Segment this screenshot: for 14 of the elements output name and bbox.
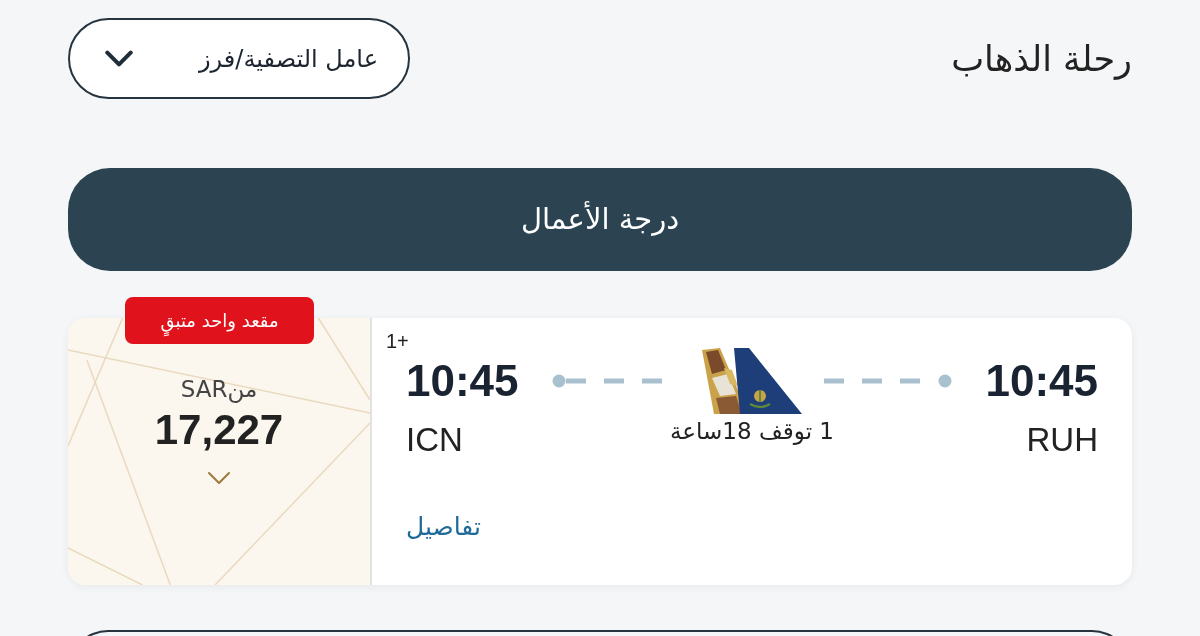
price-amount: 17,227 (154, 405, 284, 455)
departure-time: 10:45 (985, 356, 1098, 406)
arrival-airport: ICN (406, 420, 463, 460)
chevron-down-icon (105, 50, 133, 67)
filter-sort-button[interactable]: عامل التصفية/فرز (68, 18, 410, 99)
details-link[interactable]: تفاصيل (406, 508, 481, 546)
cabin-class-bar[interactable]: درجة الأعمال (68, 168, 1132, 271)
day-offset: 1+ (386, 330, 409, 352)
price-prefix: منSAR (180, 375, 258, 405)
seats-left-badge: مقعد واحد متبقٍ (125, 297, 314, 344)
stops-info: 1 توقف 18ساعة (670, 417, 834, 447)
page-title: رحلة الذهاب (951, 37, 1132, 82)
arrival-time: 10:45 (406, 356, 519, 406)
departure-airport: RUH (1026, 420, 1098, 460)
